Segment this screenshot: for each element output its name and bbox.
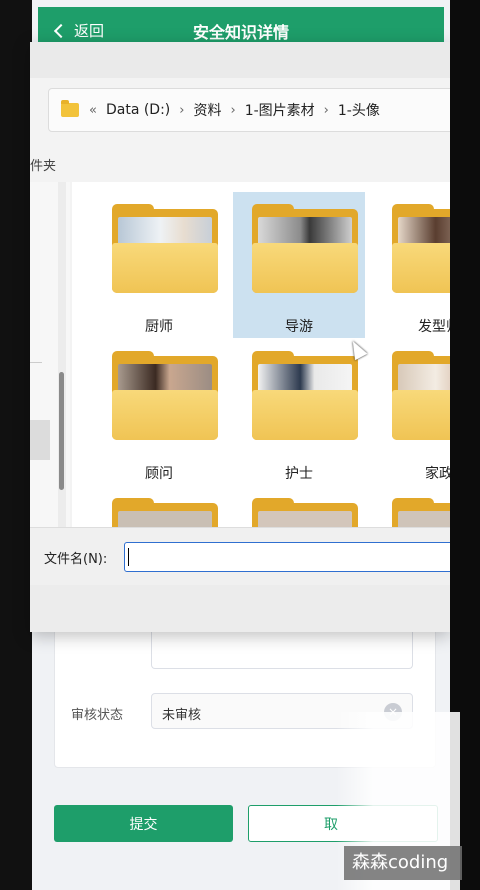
text-caret [128, 548, 129, 566]
folder-icon [392, 351, 450, 440]
chevron-right-icon: › [230, 102, 236, 118]
folder-icon [252, 204, 358, 293]
chevron-right-icon: › [323, 102, 329, 118]
new-folder-label[interactable]: 件夹 [30, 155, 56, 174]
folder-label: 护士 [285, 466, 313, 482]
folder-icon [252, 351, 358, 440]
folder-tile-housekeeping[interactable]: 家政 [373, 339, 450, 485]
dialog-footer [30, 585, 450, 632]
folder-icon [392, 204, 450, 293]
address-bar[interactable]: « Data (D:) › 资料 › 1-图片素材 › 1-头像 [48, 88, 458, 132]
chevrons-left-icon[interactable]: « [89, 103, 97, 118]
file-open-dialog: « Data (D:) › 资料 › 1-图片素材 › 1-头像 件夹 厨师 导… [30, 42, 458, 632]
breadcrumb-folder[interactable]: 1-图片素材 [245, 100, 315, 120]
folder-label: 发型师 [418, 319, 450, 335]
folder-tile-nurse[interactable]: 护士 [233, 339, 365, 485]
folder-icon [61, 100, 79, 117]
watermark: 森森coding [344, 846, 462, 880]
submit-button[interactable]: 提交 [54, 805, 233, 842]
folder-tile-partial[interactable] [93, 486, 225, 527]
filename-bar: 文件名(N): [30, 527, 454, 585]
divider [30, 362, 42, 363]
folder-label: 导游 [285, 319, 313, 335]
filename-label: 文件名(N): [44, 552, 108, 567]
folder-label: 顾问 [145, 466, 173, 482]
folder-tile-chef[interactable]: 厨师 [93, 192, 225, 338]
folder-tile-partial[interactable] [373, 486, 450, 527]
folder-tile-guide[interactable]: 导游 [233, 192, 365, 338]
chevron-right-icon: › [179, 102, 185, 118]
folder-icon [252, 498, 358, 527]
breadcrumb-drive[interactable]: Data (D:) [106, 102, 170, 118]
breadcrumb-current[interactable]: 1-头像 [338, 100, 380, 120]
folder-tile-partial[interactable] [233, 486, 365, 527]
nav-item-selected[interactable] [30, 420, 50, 460]
folder-label: 家政 [425, 466, 450, 482]
folder-tile-stylist[interactable]: 发型师 [373, 192, 450, 338]
file-grid: 厨师 导游 发型师 顾问 [72, 182, 450, 527]
status-label: 审核状态 [71, 708, 124, 723]
breadcrumb-folder[interactable]: 资料 [193, 100, 221, 120]
folder-icon [112, 498, 218, 527]
folder-icon [392, 498, 450, 527]
folder-icon [112, 204, 218, 293]
folder-icon [112, 351, 218, 440]
page-title: 安全知识详情 [192, 23, 289, 42]
folder-label: 厨师 [145, 319, 173, 335]
folder-tile-consultant[interactable]: 顾问 [93, 339, 225, 485]
filename-input[interactable] [124, 542, 454, 572]
dialog-topbar [30, 42, 450, 78]
scrollbar-thumb[interactable] [59, 372, 64, 490]
status-value: 未审核 [162, 708, 202, 723]
